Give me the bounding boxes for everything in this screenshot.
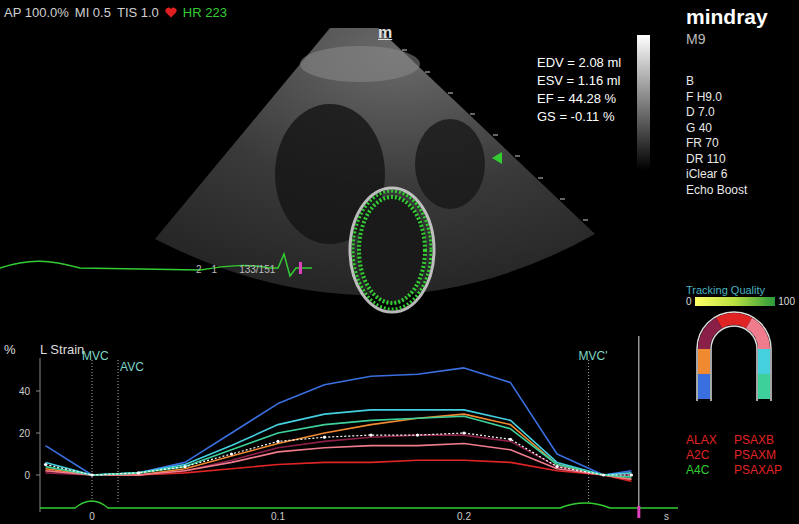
scale-max: 100 (778, 296, 795, 307)
tracking-ring[interactable] (359, 197, 425, 303)
ecg-marker (299, 262, 302, 274)
tracking-quality-bar (695, 297, 776, 306)
parameter: iClear 6 (686, 167, 795, 183)
echo-image (0, 24, 680, 334)
side-panel: mindrayM9 BF H9.0D 7.0G 40FR 70DR 110iCle… (680, 0, 799, 524)
parameter-list: BF H9.0D 7.0G 40FR 70DR 110iClear 6Echo … (686, 74, 795, 198)
heart-rate: HR 223 (183, 5, 227, 20)
strain-curve (46, 368, 632, 475)
parameter: D 7.0 (686, 105, 795, 121)
segment[interactable] (698, 374, 710, 399)
segment[interactable] (719, 319, 749, 323)
segment[interactable] (758, 374, 770, 399)
strain-curve (46, 410, 632, 475)
svg-text:0: 0 (89, 511, 95, 522)
tracking-quality-scale: 0 100 (686, 296, 795, 307)
main-area: AP 100.0% MI 0.5 TIS 1.0 HR 223 m 21 133/151 ED… (0, 0, 680, 524)
view-label[interactable]: A2C (686, 448, 734, 462)
view-label[interactable]: PSAXB (734, 433, 794, 447)
x-tick: 0.1 (271, 511, 285, 522)
svg-text:40: 40 (19, 386, 31, 397)
model-name: M9 (686, 30, 795, 48)
probe-mark: 2 (196, 264, 202, 275)
parameter: Echo Boost (686, 183, 795, 199)
y-tick: 0 (24, 470, 40, 481)
view-label[interactable]: A4C (686, 463, 734, 477)
chart-unit: % (4, 342, 16, 357)
segment[interactable] (758, 349, 770, 374)
svg-text:AVC: AVC (120, 360, 144, 374)
brand-logo: mindray (686, 4, 795, 30)
parameter: DR 110 (686, 152, 795, 168)
time-cursor[interactable] (638, 336, 639, 512)
view-list: ALAXPSAXBA2CPSAXMA4CPSAXAP (686, 433, 795, 477)
ultrasound-screen: AP 100.0% MI 0.5 TIS 1.0 HR 223 m 21 133/151 ED… (0, 0, 799, 524)
view-label[interactable]: PSAXM (734, 448, 794, 462)
average-curve (46, 433, 632, 475)
orientation-marker-icon (492, 152, 502, 164)
tracking-quality-title: Tracking Quality (686, 284, 795, 296)
strain-curve (46, 414, 632, 479)
tracking-quality: Tracking Quality0 100 (686, 284, 795, 307)
event-marker: MVC (82, 349, 109, 504)
echo-image-area: m 21 133/151 EDV = 2.08 mlESV = 1.16 mlEF =… (0, 24, 680, 334)
status-item: AP 100.0% (4, 5, 69, 20)
status-item: TIS 1.0 (117, 5, 159, 20)
x-tick: 0.2 (457, 511, 471, 522)
segment[interactable] (698, 349, 710, 374)
chart-title: L Strain (40, 342, 84, 357)
status-bar: AP 100.0% MI 0.5 TIS 1.0 HR 223 (0, 0, 680, 24)
view-label[interactable]: ALAX (686, 433, 734, 447)
svg-text:20: 20 (19, 428, 31, 439)
svg-text:0.2: 0.2 (457, 511, 471, 522)
svg-text:MVC': MVC' (579, 349, 608, 363)
ecg-trace (0, 254, 312, 276)
x-tick: 0 (89, 511, 95, 522)
strain-chart: % L Strain 40 20 0 0 0.1 0.2 s MVC AVC MVC' (0, 334, 680, 524)
measurement: EDV = 2.08 ml (537, 54, 621, 72)
segment-model (686, 309, 782, 405)
probe-mark: 1 (212, 264, 218, 275)
x-unit: s (664, 511, 669, 522)
event-marker: AVC (118, 360, 144, 504)
ecg-trace (40, 501, 678, 508)
parameter: G 40 (686, 121, 795, 137)
svg-text:MVC: MVC (82, 349, 109, 363)
y-tick: 40 (19, 386, 40, 397)
parameter: FR 70 (686, 136, 795, 152)
cursor-marker[interactable] (637, 506, 640, 518)
measurement: ESV = 1.16 ml (537, 72, 621, 90)
measurement: GS = -0.11 % (537, 108, 621, 126)
parameter: F H9.0 (686, 90, 795, 106)
grayscale-bar (637, 35, 650, 170)
svg-text:0.1: 0.1 (271, 511, 285, 522)
y-tick: 20 (19, 428, 40, 439)
status-item: MI 0.5 (75, 5, 111, 20)
average-points (44, 431, 633, 476)
frame-info: 21 133/151 (196, 264, 275, 275)
event-marker: MVC' (579, 349, 608, 504)
parameter: B (686, 74, 795, 90)
scale-min: 0 (686, 296, 692, 307)
y-axis (40, 358, 41, 512)
svg-text:0: 0 (24, 470, 30, 481)
strain-curve (46, 416, 632, 477)
measurement: EF = 44.28 % (537, 90, 621, 108)
frame-counter: 133/151 (239, 264, 275, 275)
measurements: EDV = 2.08 mlESV = 1.16 mlEF = 44.28 %GS… (537, 54, 621, 126)
heart-icon (165, 7, 177, 18)
probe-marker: m (378, 24, 392, 42)
view-label[interactable]: PSAXAP (734, 463, 794, 477)
